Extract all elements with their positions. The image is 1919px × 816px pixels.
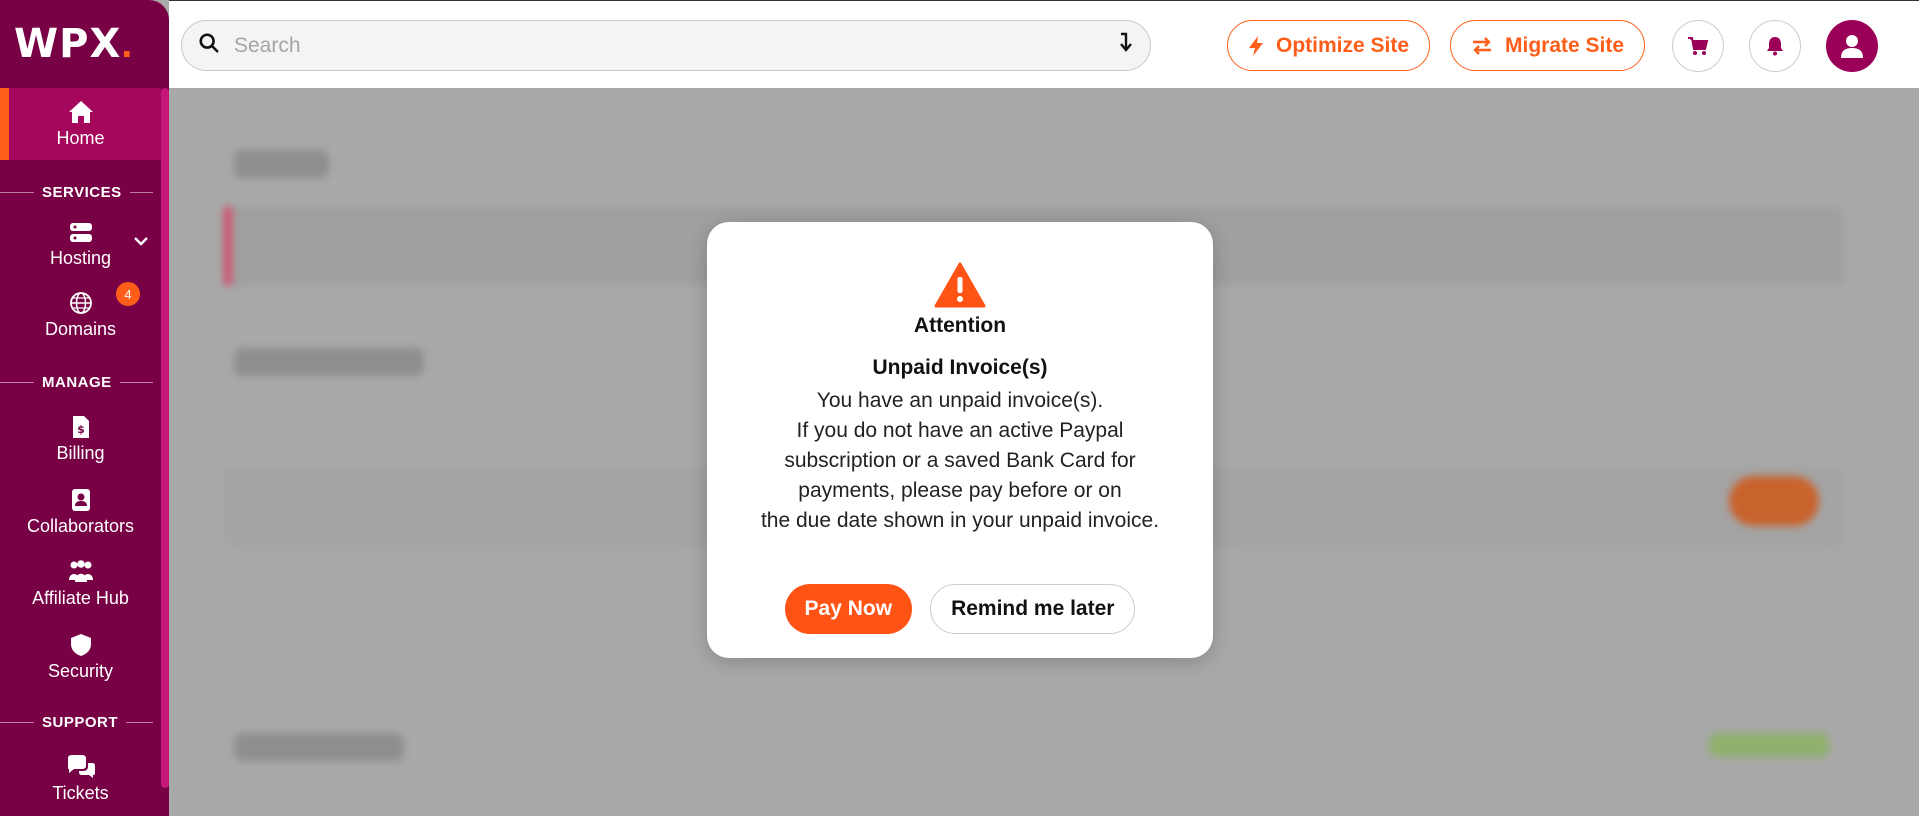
swap-arrows-icon [1473, 36, 1491, 55]
top-header: Optimize Site Migrate Site [169, 0, 1919, 88]
invoice-icon: $ [72, 415, 89, 438]
sidebar-item-label: Hosting [49, 247, 112, 268]
sidebar-item-label: Tickets [52, 782, 109, 803]
search-bar[interactable] [181, 20, 1151, 71]
logo[interactable]: WPX. [0, 0, 169, 88]
blurred-heading-2 [234, 348, 424, 376]
users-group-icon [68, 559, 93, 582]
sidebar-item-domains[interactable]: Domains 4 [0, 278, 161, 352]
chat-bubbles-icon [67, 754, 95, 778]
sidebar-item-hosting[interactable]: Hosting [0, 212, 161, 278]
sidebar-item-billing[interactable]: $ Billing [0, 402, 161, 476]
sidebar-item-affiliate-hub[interactable]: Affiliate Hub [0, 548, 161, 620]
sidebar-item-tickets[interactable]: Tickets [0, 742, 161, 816]
logo-text: WPX [14, 21, 122, 67]
migrate-site-label: Migrate Site [1505, 33, 1625, 57]
svg-text:$: $ [77, 423, 85, 436]
sidebar: WPX. Home SERVICES Hosting Domains 4 MAN… [0, 0, 169, 816]
divider [119, 381, 153, 383]
modal-message-line: payments, please pay before or on [798, 479, 1122, 502]
divider [0, 721, 34, 723]
modal-message-line: If you do not have an active Paypal [796, 419, 1124, 442]
bolt-icon [1249, 35, 1263, 56]
sidebar-item-label: Security [47, 660, 114, 681]
modal-message-line: subscription or a saved Bank Card for [784, 449, 1136, 472]
enter-icon[interactable] [1116, 32, 1134, 59]
modal-title: Attention [913, 314, 1007, 337]
optimize-site-button[interactable]: Optimize Site [1227, 20, 1431, 71]
section-services: SERVICES [0, 172, 161, 212]
sidebar-item-home[interactable]: Home [0, 88, 161, 160]
modal-message-line: the due date shown in your unpaid invoic… [760, 509, 1160, 532]
sidebar-item-label: Domains [44, 318, 117, 339]
divider [126, 721, 153, 723]
sidebar-item-security[interactable]: Security [0, 620, 161, 694]
blurred-action [1729, 476, 1819, 526]
user-avatar[interactable] [1826, 20, 1878, 72]
divider [0, 381, 34, 383]
sidebar-item-collaborators[interactable]: Collaborators [0, 476, 161, 548]
optimize-site-label: Optimize Site [1276, 33, 1410, 57]
section-support: SUPPORT [0, 702, 161, 742]
server-icon [69, 222, 92, 242]
home-icon [68, 100, 93, 123]
search-icon [198, 32, 220, 59]
unpaid-invoice-modal: Attention Unpaid Invoice(s) You have an … [707, 222, 1213, 658]
migrate-site-button[interactable]: Migrate Site [1450, 20, 1646, 71]
bell-icon [1767, 37, 1783, 56]
blurred-heading [234, 150, 329, 178]
remind-me-later-button[interactable]: Remind me later [930, 584, 1136, 634]
user-icon [1841, 35, 1863, 58]
divider [0, 191, 34, 193]
logo-dot: . [121, 21, 133, 66]
search-input[interactable] [234, 33, 1116, 58]
modal-message-line: You have an unpaid invoice(s). [816, 389, 1104, 412]
blurred-notice-accent [224, 206, 232, 286]
sidebar-scrollbar[interactable] [161, 88, 169, 788]
domains-count-badge: 4 [116, 282, 140, 306]
warning-icon [934, 262, 986, 308]
modal-actions: Pay Now Remind me later [784, 584, 1136, 634]
section-title: SUPPORT [42, 713, 119, 731]
blurred-status [1709, 733, 1829, 757]
section-title: MANAGE [42, 373, 112, 391]
pay-now-button[interactable]: Pay Now [784, 584, 913, 634]
modal-subtitle: Unpaid Invoice(s) [872, 356, 1048, 379]
contact-book-icon [71, 488, 90, 511]
sidebar-item-label: Collaborators [26, 515, 135, 536]
modal-message: You have an unpaid invoice(s). If you do… [761, 386, 1159, 536]
globe-icon [69, 291, 92, 314]
cart-button[interactable] [1672, 20, 1724, 72]
cart-icon [1688, 37, 1709, 55]
sidebar-item-label: Home [56, 127, 105, 148]
divider [129, 191, 153, 193]
section-title: SERVICES [42, 183, 122, 201]
shield-icon [70, 633, 91, 656]
chevron-down-icon[interactable] [133, 236, 149, 246]
sidebar-item-label: Affiliate Hub [32, 587, 129, 608]
notifications-button[interactable] [1749, 20, 1801, 72]
sidebar-item-label: Billing [56, 442, 105, 463]
blurred-heading-3 [234, 733, 404, 761]
section-manage: MANAGE [0, 362, 161, 402]
